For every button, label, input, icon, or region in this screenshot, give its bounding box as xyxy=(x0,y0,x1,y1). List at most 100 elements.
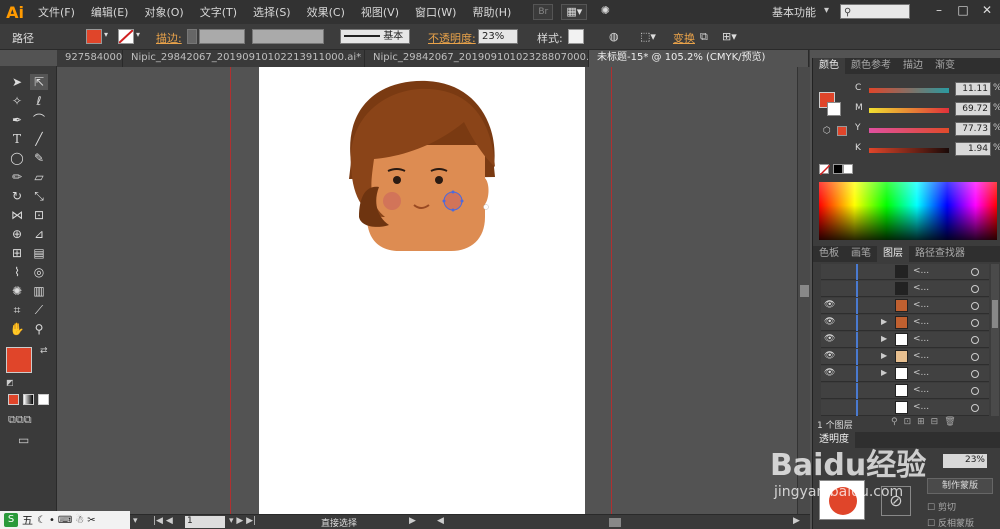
tab-pathfinder[interactable]: 路径查找器 xyxy=(909,246,971,262)
anchor-point[interactable] xyxy=(442,199,446,203)
none-swatch-icon[interactable] xyxy=(819,164,831,176)
layers-footer-icons[interactable]: ⚲⊡⊞⊟🗑 xyxy=(891,417,962,427)
artboard-tool-icon[interactable]: ⌗ xyxy=(8,302,26,318)
face-illustration[interactable] xyxy=(259,67,585,267)
eye-icon[interactable]: 👁 xyxy=(824,351,835,361)
default-colors-icon[interactable]: ◩ xyxy=(6,378,14,387)
menu-file[interactable]: 文件(F) xyxy=(30,4,83,20)
layer-row[interactable]: 👁 ▶ <... xyxy=(821,349,989,365)
invert-mask-checkbox[interactable]: ☐ 反相蒙版 xyxy=(927,516,974,529)
slice-tool-icon[interactable]: ⟋ xyxy=(30,302,48,318)
screen-mode-icon[interactable]: ▭ xyxy=(18,433,29,447)
layer-row[interactable]: <... xyxy=(821,383,989,399)
tab-doc-3[interactable]: Nipic_29842067_20190910102328807000.ai* xyxy=(365,50,589,67)
tab-gradient[interactable]: 渐变 xyxy=(929,58,961,74)
gradient-tool-icon[interactable]: ▤ xyxy=(30,245,48,261)
menu-view[interactable]: 视图(V) xyxy=(353,4,407,20)
layer-row[interactable]: <... xyxy=(821,264,989,280)
web-safe-swatch[interactable] xyxy=(837,126,847,136)
anchor-point[interactable] xyxy=(451,208,455,212)
menu-type[interactable]: 文字(T) xyxy=(192,4,245,20)
gamut-warning-icon[interactable]: ⬡ xyxy=(823,126,831,136)
eye-icon[interactable]: 👁 xyxy=(824,334,835,344)
layer-row[interactable]: 👁 ▶ <... xyxy=(821,366,989,382)
pathfinder-icon[interactable]: ⊞▾ xyxy=(722,30,737,43)
anchor-point[interactable] xyxy=(460,199,464,203)
ellipse-tool-icon[interactable]: ◯ xyxy=(8,150,26,166)
maximize-icon[interactable]: □ xyxy=(952,3,974,19)
cyan-value[interactable]: 11.11 xyxy=(955,82,991,96)
next-artboard-icon[interactable]: ▾ ▶ ▶| xyxy=(229,516,256,526)
selection-tool-icon[interactable]: ➤ xyxy=(8,74,26,90)
scroll-left-icon[interactable]: ◀ xyxy=(437,516,444,526)
clip-checkbox[interactable]: ☐ 剪切 xyxy=(927,500,956,513)
color-spectrum[interactable] xyxy=(819,182,997,240)
perspective-grid-icon[interactable]: ⊿ xyxy=(30,226,48,242)
fill-swatch[interactable] xyxy=(86,29,102,44)
stroke-weight-dropdown[interactable] xyxy=(199,29,245,44)
fill-color-box[interactable] xyxy=(6,347,32,373)
hand-tool-icon[interactable]: ✋ xyxy=(8,321,26,337)
isolate-icon[interactable]: ⧉ xyxy=(700,30,708,44)
paintbrush-icon[interactable]: ✎ xyxy=(30,150,48,166)
yellow-slider[interactable] xyxy=(869,128,949,133)
width-tool-icon[interactable]: ⋈ xyxy=(8,207,26,223)
close-icon[interactable]: ✕ xyxy=(976,3,998,19)
menu-edit[interactable]: 编辑(E) xyxy=(83,4,137,20)
menu-object[interactable]: 对象(O) xyxy=(136,4,191,20)
bridge-button[interactable]: Br xyxy=(533,4,554,20)
ime-mode-label[interactable]: 五 xyxy=(22,512,33,528)
workspace-switcher[interactable]: 基本功能 xyxy=(772,4,816,20)
panel-stroke-swatch[interactable] xyxy=(827,102,841,116)
workspace-chevron-icon[interactable]: ▾ xyxy=(824,5,829,16)
tab-swatches[interactable]: 色板 xyxy=(813,246,845,262)
tab-doc-1[interactable]: 927584000.ai* xyxy=(57,50,123,67)
sogou-logo-icon[interactable]: S xyxy=(4,513,18,527)
layer-row[interactable]: 👁 <... xyxy=(821,298,989,314)
tab-brushes[interactable]: 画笔 xyxy=(845,246,877,262)
tab-layers[interactable]: 图层 xyxy=(877,246,909,262)
eyedropper-icon[interactable]: ⌇ xyxy=(8,264,26,280)
opacity-label[interactable]: 不透明度: xyxy=(428,30,476,46)
cyan-slider[interactable] xyxy=(869,88,949,93)
stroke-stepper[interactable] xyxy=(187,29,197,44)
black-value[interactable]: 1.94 xyxy=(955,142,991,156)
zoom-dropdown-icon[interactable]: ▾ xyxy=(133,516,138,526)
menu-help[interactable]: 帮助(H) xyxy=(464,4,519,20)
variable-width-dropdown[interactable] xyxy=(252,29,324,44)
draw-mode-icon[interactable]: ⧉⧉⧉ xyxy=(8,413,32,427)
expand-arrow-icon[interactable]: ▶ xyxy=(881,334,887,343)
mesh-tool-icon[interactable]: ⊞ xyxy=(8,245,26,261)
menu-effect[interactable]: 效果(C) xyxy=(299,4,353,20)
lasso-icon[interactable]: ℓ xyxy=(30,93,48,109)
make-mask-button[interactable]: 制作蒙版 xyxy=(927,478,993,494)
anchor-point[interactable] xyxy=(451,190,455,194)
brush-definition-dropdown[interactable]: 基本 xyxy=(340,29,410,44)
expand-arrow-icon[interactable]: ▶ xyxy=(881,351,887,360)
eraser-icon[interactable]: ▱ xyxy=(30,169,48,185)
tab-color-guide[interactable]: 颜色参考 xyxy=(845,58,897,74)
layer-row[interactable]: <... xyxy=(821,400,989,416)
scroll-right-icon[interactable]: ▶ xyxy=(793,516,800,526)
sync-icon[interactable]: ✺ xyxy=(595,4,615,20)
eye-icon[interactable]: 👁 xyxy=(824,317,835,327)
minimize-icon[interactable]: – xyxy=(928,3,950,19)
ime-tools-icons[interactable]: ☾•⌨☃✂ xyxy=(37,515,99,526)
magenta-value[interactable]: 69.72 xyxy=(955,102,991,116)
shape-builder-icon[interactable]: ⊕ xyxy=(8,226,26,242)
first-artboard-icon[interactable]: |◀ ◀ xyxy=(153,516,173,526)
white-swatch[interactable] xyxy=(843,164,853,174)
status-arrow-icon[interactable]: ▶ xyxy=(409,516,416,526)
tab-stroke[interactable]: 描边 xyxy=(897,58,929,74)
scale-tool-icon[interactable]: ⤡ xyxy=(30,188,48,204)
rotate-tool-icon[interactable]: ↻ xyxy=(8,188,26,204)
swap-colors-icon[interactable]: ⇄ xyxy=(40,346,48,356)
black-slider[interactable] xyxy=(869,148,949,153)
none-mode-icon[interactable] xyxy=(38,394,49,405)
magic-wand-icon[interactable]: ✧ xyxy=(8,93,26,109)
canvas-area[interactable] xyxy=(57,67,797,514)
expand-arrow-icon[interactable]: ▶ xyxy=(881,368,887,377)
yellow-value[interactable]: 77.73 xyxy=(955,122,991,136)
graphic-style-swatch[interactable] xyxy=(568,29,584,44)
magenta-slider[interactable] xyxy=(869,108,949,113)
